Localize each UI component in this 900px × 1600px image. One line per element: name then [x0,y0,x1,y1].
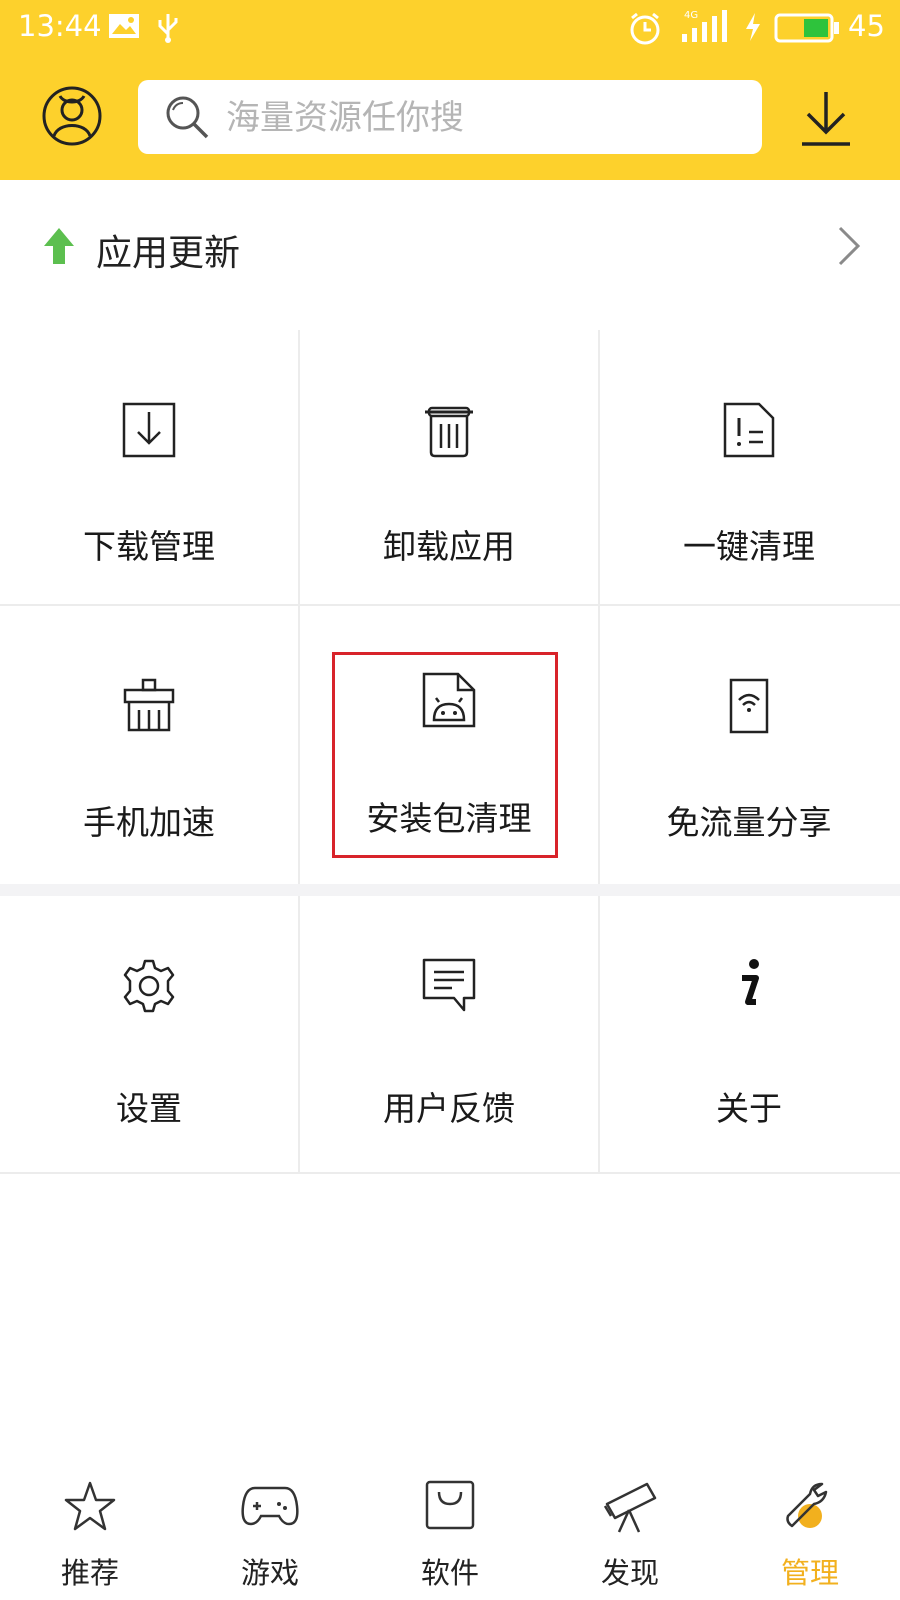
usb-icon [156,12,180,48]
tool-uninstall-apps[interactable]: 卸载应用 [300,330,598,604]
tab-software[interactable]: 软件 [360,1466,540,1600]
image-notification-icon [108,12,140,44]
grid-divider [0,1172,900,1174]
star-icon [0,1480,180,1534]
wrench-icon [720,1480,900,1536]
search-input[interactable] [224,90,748,146]
search-icon [164,94,210,144]
more-grid: 设置 用户反馈 关于 [0,896,900,1174]
tool-phone-speedup[interactable]: 手机加速 [0,606,298,884]
chevron-right-icon [836,224,862,272]
feedback-button[interactable]: 用户反馈 [300,896,598,1172]
bottom-tab-bar: 推荐 游戏 软件 发现 管理 [0,1466,900,1600]
tool-label: 一键清理 [683,527,815,566]
info-icon [600,958,898,1010]
battery-icon [774,13,840,47]
tab-recommend[interactable]: 推荐 [0,1466,180,1600]
user-avatar-icon[interactable] [40,84,104,148]
download-box-icon [0,402,298,458]
bag-icon [360,1480,540,1532]
tab-label: 发现 [600,1556,659,1590]
charging-icon [744,12,762,46]
network-type: 4G [684,10,698,21]
gamepad-icon [180,1480,360,1532]
tool-label: 卸载应用 [383,527,515,566]
speed-brush-icon [0,678,298,732]
battery-level: 45 [848,9,885,43]
tab-manage[interactable]: 管理 [720,1466,900,1600]
gear-icon [0,958,298,1014]
app-update-label: 应用更新 [96,233,241,274]
more-label: 关于 [716,1089,782,1128]
tool-label: 下载管理 [83,527,215,566]
tool-download-manager[interactable]: 下载管理 [0,330,298,604]
search-box[interactable] [138,80,762,154]
android-folder-icon [300,672,598,728]
wifi-phone-icon [600,678,898,734]
tab-label: 游戏 [240,1556,299,1590]
tool-label: 手机加速 [83,803,215,842]
settings-button[interactable]: 设置 [0,896,298,1172]
status-bar: 13:44 4G 45 [0,0,900,56]
feedback-icon [300,958,598,1012]
alarm-icon [628,12,662,50]
tool-free-share[interactable]: 免流量分享 [600,606,898,884]
app-update-row[interactable]: 应用更新 [0,180,900,330]
section-gap [0,884,900,896]
download-icon[interactable] [796,86,856,150]
tool-label: 免流量分享 [666,803,832,842]
header-bar: 13:44 4G 45 [0,0,900,180]
signal-icon: 4G [680,8,728,48]
tab-label: 管理 [780,1556,839,1590]
tab-label: 软件 [420,1556,479,1590]
update-arrow-icon [42,226,76,270]
status-time: 13:44 [18,9,102,43]
tab-label: 推荐 [60,1556,119,1590]
more-label: 设置 [116,1089,182,1128]
tool-one-key-clean[interactable]: 一键清理 [600,330,898,604]
more-label: 用户反馈 [383,1089,515,1128]
trash-icon [300,402,598,458]
about-button[interactable]: 关于 [600,896,898,1172]
telescope-icon [540,1480,720,1534]
clean-doc-icon [600,402,898,458]
tab-games[interactable]: 游戏 [180,1466,360,1600]
tools-grid: 下载管理 卸载应用 一键清理 手机加速 安装包清理 免流量分享 [0,330,900,884]
tool-apk-clean[interactable]: 安装包清理 [300,606,598,884]
tab-discover[interactable]: 发现 [540,1466,720,1600]
tool-label: 安装包清理 [366,799,532,838]
